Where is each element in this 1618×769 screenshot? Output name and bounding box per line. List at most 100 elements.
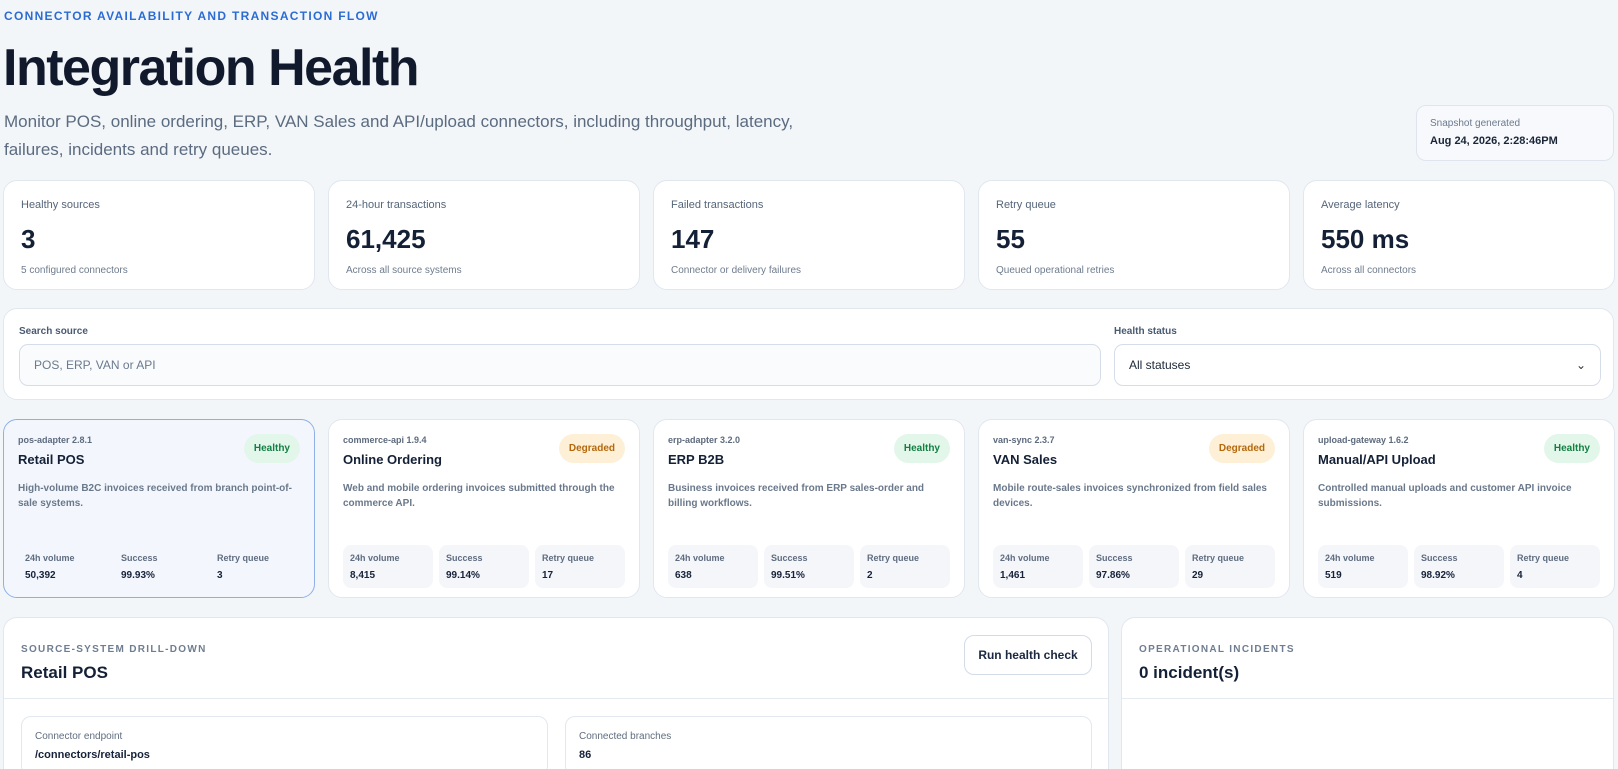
branches-label: Connected branches <box>579 731 672 742</box>
drilldown-eyebrow: SOURCE-SYSTEM DRILL-DOWN <box>21 644 207 655</box>
metric-volume: 24h volume 8,415 <box>343 545 433 588</box>
kpi-failed-transactions: Failed transactions 147 Connector or del… <box>653 180 965 290</box>
kpi-label: Healthy sources <box>21 199 100 211</box>
metric-success: Success 97.86% <box>1089 545 1179 588</box>
metric-volume: 24h volume 50,392 <box>18 545 108 588</box>
source-card-retail-pos[interactable]: pos-adapter 2.8.1 Retail POS Healthy Hig… <box>3 419 315 598</box>
metric-value: 519 <box>1325 570 1342 581</box>
metric-value: 99.51% <box>771 570 805 581</box>
status-label: Health status <box>1114 326 1177 337</box>
metric-value: 1,461 <box>1000 570 1026 581</box>
status-badge: Degraded <box>1208 434 1275 463</box>
metric-label: Retry queue <box>1517 553 1570 563</box>
metric-volume: 24h volume 1,461 <box>993 545 1083 588</box>
status-select[interactable]: All statuses ⌄ <box>1114 344 1601 386</box>
kpi-value: 3 <box>21 224 36 254</box>
status-select-value: All statuses <box>1129 358 1191 372</box>
source-description: High-volume B2C invoices received from b… <box>18 483 292 509</box>
metric-label: 24h volume <box>675 553 725 563</box>
metric-value: 99.93% <box>121 570 155 581</box>
kpi-value: 550 ms <box>1321 224 1410 254</box>
kpi-value: 147 <box>671 224 715 254</box>
metric-value: 3 <box>217 570 223 581</box>
source-card-van-sales[interactable]: van-sync 2.3.7 VAN Sales Degraded Mobile… <box>978 419 1290 598</box>
kpi-label: Average latency <box>1321 199 1400 211</box>
metric-success: Success 99.14% <box>439 545 529 588</box>
source-description: Mobile route-sales invoices synchronized… <box>993 483 1267 509</box>
metric-label: 24h volume <box>350 553 400 563</box>
incidents-panel: OPERATIONAL INCIDENTS 0 incident(s) <box>1121 617 1614 769</box>
drilldown-panel: SOURCE-SYSTEM DRILL-DOWN Retail POS Run … <box>3 617 1109 769</box>
kpi-label: 24-hour transactions <box>346 199 447 211</box>
kpi-label: Retry queue <box>996 199 1056 211</box>
kpi-value: 61,425 <box>346 224 426 254</box>
chevron-down-icon: ⌄ <box>1575 358 1586 372</box>
metric-value: 99.14% <box>446 570 480 581</box>
metric-label: Success <box>1096 553 1133 563</box>
metric-success: Success 99.51% <box>764 545 854 588</box>
metric-value: 8,415 <box>350 570 376 581</box>
metric-label: 24h volume <box>25 553 75 563</box>
kpi-note: 5 configured connectors <box>21 265 128 276</box>
kpi-value: 55 <box>996 224 1025 254</box>
status-badge: Healthy <box>893 434 950 463</box>
kpi-label: Failed transactions <box>671 199 764 211</box>
metric-value: 17 <box>542 570 554 581</box>
drilldown-title: Retail POS <box>21 663 108 682</box>
metric-label: 24h volume <box>1325 553 1375 563</box>
search-input[interactable] <box>19 344 1101 386</box>
kpi-average-latency: Average latency 550 ms Across all connec… <box>1303 180 1615 290</box>
kpi-note: Connector or delivery failures <box>671 265 802 276</box>
metric-value: 2 <box>867 570 873 581</box>
metric-retry: Retry queue 4 <box>1510 545 1600 588</box>
endpoint-label: Connector endpoint <box>35 731 123 742</box>
source-description: Business invoices received from ERP sale… <box>668 483 925 509</box>
metric-label: Success <box>1421 553 1458 563</box>
source-description: Controlled manual uploads and customer A… <box>1318 483 1572 509</box>
kpi-healthy-sources: Healthy sources 3 5 configured connector… <box>3 180 315 290</box>
status-badge: Degraded <box>558 434 625 463</box>
snapshot-value: Aug 24, 2026, 2:28:46PM <box>1430 135 1558 147</box>
metric-label: Retry queue <box>217 553 270 563</box>
filter-panel: Search source Health status All statuses… <box>3 308 1614 400</box>
snapshot-box: Snapshot generated Aug 24, 2026, 2:28:46… <box>1416 105 1614 161</box>
metric-value: 98.92% <box>1421 570 1455 581</box>
metric-success: Success 98.92% <box>1414 545 1504 588</box>
search-label: Search source <box>19 326 88 337</box>
kpi-note: Across all source systems <box>346 265 462 276</box>
endpoint-box: Connector endpoint /connectors/retail-po… <box>21 716 548 769</box>
metric-retry: Retry queue 29 <box>1185 545 1275 588</box>
metric-value: 29 <box>1192 570 1204 581</box>
source-card-online-ordering[interactable]: commerce-api 1.9.4 Online Ordering Degra… <box>328 419 640 598</box>
page-subtitle: Monitor POS, online ordering, ERP, VAN S… <box>4 112 794 159</box>
metric-value: 4 <box>1517 570 1523 581</box>
metric-value: 50,392 <box>25 570 56 581</box>
metric-label: Success <box>771 553 808 563</box>
metric-label: 24h volume <box>1000 553 1050 563</box>
kpi-note: Queued operational retries <box>996 265 1115 276</box>
divider <box>1122 698 1613 699</box>
branches-value: 86 <box>579 749 592 761</box>
metric-label: Retry queue <box>542 553 595 563</box>
status-badge: Healthy <box>1543 434 1600 463</box>
metric-success: Success 99.93% <box>114 545 204 588</box>
page-eyebrow: CONNECTOR AVAILABILITY AND TRANSACTION F… <box>4 9 379 23</box>
metric-value: 97.86% <box>1096 570 1130 581</box>
metric-label: Retry queue <box>1192 553 1245 563</box>
incidents-eyebrow: OPERATIONAL INCIDENTS <box>1139 644 1295 655</box>
kpi-24h-transactions: 24-hour transactions 61,425 Across all s… <box>328 180 640 290</box>
run-health-check-button[interactable]: Run health check <box>964 635 1092 675</box>
snapshot-label: Snapshot generated <box>1430 118 1521 129</box>
metric-label: Retry queue <box>867 553 920 563</box>
status-badge: Healthy <box>243 434 300 463</box>
source-card-erp-b2b[interactable]: erp-adapter 3.2.0 ERP B2B Healthy Busine… <box>653 419 965 598</box>
source-card-manual-api-upload[interactable]: upload-gateway 1.6.2 Manual/API Upload H… <box>1303 419 1615 598</box>
metric-volume: 24h volume 638 <box>668 545 758 588</box>
divider <box>4 698 1108 699</box>
incidents-title: 0 incident(s) <box>1139 663 1240 682</box>
page-title: Integration Health <box>3 39 420 97</box>
branches-box: Connected branches 86 <box>565 716 1092 769</box>
source-description: Web and mobile ordering invoices submitt… <box>343 483 615 509</box>
metric-value: 638 <box>675 570 692 581</box>
metric-label: Success <box>446 553 483 563</box>
